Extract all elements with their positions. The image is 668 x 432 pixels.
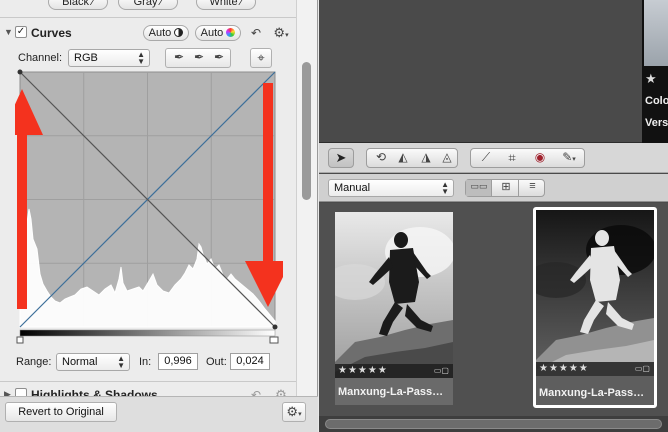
gray-point-button[interactable]: Gray ⁄ bbox=[118, 0, 178, 10]
grid-icon: ⊞ bbox=[501, 181, 511, 193]
straighten-alt-icon[interactable]: ◮ bbox=[415, 150, 437, 164]
red-eye-icon[interactable]: ◉ bbox=[528, 150, 552, 164]
white-eyedropper-icon[interactable]: ✒ bbox=[210, 50, 228, 64]
inspector-footer: Revert to Original ⚙▾ bbox=[0, 396, 318, 432]
gear-menu-icon[interactable]: ⚙▾ bbox=[271, 25, 291, 41]
in-label: In: bbox=[139, 356, 152, 368]
adjustments-inspector: Black ⁄ Gray ⁄ White ⁄ ▼ ✓ Curves Auto A… bbox=[0, 0, 318, 432]
image-tools-group: ⟲ ◭ ◮ ◬ bbox=[366, 148, 458, 168]
section-divider bbox=[0, 17, 296, 18]
list-view-button[interactable]: ≡ bbox=[520, 180, 545, 196]
image-browser: ★ Colo Vers ➤ ⟲ ◭ ◮ ◬ ⟋ ⌗ ◉ ✎▾ Manual ▲ ▼ bbox=[319, 0, 668, 432]
color-wheel-icon bbox=[226, 28, 236, 37]
curve-point[interactable] bbox=[272, 324, 278, 330]
white-point-button[interactable]: White ⁄ bbox=[196, 0, 256, 10]
curves-title: Curves bbox=[31, 26, 72, 40]
crosshair-icon: ⌖ bbox=[257, 50, 265, 65]
thumbnail-card[interactable]: ★★★★★ ▭▢ Manxung-La-Pass… bbox=[335, 212, 453, 405]
straighten-icon[interactable]: ◭ bbox=[392, 150, 414, 164]
channel-label: Channel: bbox=[18, 52, 63, 64]
thumbnail-image bbox=[335, 212, 453, 378]
chevron-updown-icon: ▲ ▼ bbox=[137, 50, 145, 66]
curves-graph[interactable] bbox=[15, 69, 283, 345]
gray-eyedropper-icon[interactable]: ✒ bbox=[190, 50, 208, 64]
gradient-bar bbox=[19, 329, 276, 337]
white-point-slider[interactable] bbox=[269, 336, 279, 344]
out-value-field[interactable]: 0,024 bbox=[230, 353, 270, 370]
pointer-arrow-icon: ➤ bbox=[335, 150, 347, 165]
thumbnail-image bbox=[536, 210, 654, 376]
view-mode-group: ▭▭ ⊞ ≡ bbox=[465, 179, 545, 197]
revert-to-original-button[interactable]: Revert to Original bbox=[5, 402, 117, 422]
channel-select[interactable]: RGB ▲ ▼ bbox=[68, 49, 150, 67]
out-label: Out: bbox=[206, 356, 227, 368]
channel-value: RGB bbox=[74, 52, 98, 64]
filmstrip-view-button[interactable]: ▭▭ bbox=[466, 180, 492, 196]
black-eyedropper-icon[interactable]: ✒ bbox=[170, 50, 188, 64]
range-select[interactable]: Normal ▲ ▼ bbox=[56, 353, 130, 371]
tool-strip: ➤ ⟲ ◭ ◮ ◬ ⟋ ⌗ ◉ ✎▾ bbox=[319, 143, 668, 173]
auto-contrast-button[interactable]: Auto bbox=[143, 25, 189, 41]
auto-label: Auto bbox=[200, 27, 224, 39]
metadata-stars: ★ bbox=[645, 71, 657, 86]
thumbnail-name: Manxung-La-Pass… bbox=[539, 387, 645, 399]
thumbnails-grid: ★★★★★ ▭▢ Manxung-La-Pass… ★★★★★ ▭▢ Manxu… bbox=[319, 203, 668, 432]
black-point-slider[interactable] bbox=[16, 336, 24, 344]
curves-enable-checkbox[interactable]: ✓ bbox=[15, 26, 27, 38]
thumbnails-scroll-strip[interactable] bbox=[319, 416, 668, 432]
edit-tools-group: ⟋ ⌗ ◉ ✎▾ bbox=[470, 148, 585, 168]
inspector-scrollbar[interactable] bbox=[296, 0, 317, 396]
eyedropper-icon: ⁄ bbox=[160, 0, 163, 8]
range-label: Range: bbox=[16, 356, 52, 368]
section-divider bbox=[0, 381, 296, 382]
in-value-field[interactable]: 0,996 bbox=[158, 353, 198, 370]
black-point-button[interactable]: Black ⁄ bbox=[48, 0, 108, 10]
list-icon: ≡ bbox=[529, 180, 536, 192]
undo-arrow-icon[interactable]: ↶ bbox=[249, 26, 263, 40]
filmstrip-icon: ▭▭ bbox=[470, 181, 488, 191]
metadata-thumbnail bbox=[644, 0, 668, 66]
eyedropper-group: ✒ ✒ ✒ bbox=[165, 48, 231, 68]
thumbnail-card-selected[interactable]: ★★★★★ ▭▢ Manxung-La-Pass… bbox=[533, 207, 657, 408]
eyedropper-icon: ⁄ bbox=[92, 0, 94, 8]
auto-color-button[interactable]: Auto bbox=[195, 25, 241, 41]
gray-button-label: Gray bbox=[133, 0, 158, 8]
gear-menu-icon: ⚙▾ bbox=[286, 404, 302, 419]
color-label: Colo bbox=[645, 95, 668, 107]
browser-options-bar: Manual ▲ ▼ ▭▭ ⊞ ≡ bbox=[319, 174, 668, 202]
contrast-icon bbox=[174, 28, 184, 37]
chevron-updown-icon: ▲ ▼ bbox=[441, 180, 449, 196]
metadata-panel: ★ Colo Vers bbox=[642, 0, 668, 143]
range-value: Normal bbox=[62, 356, 98, 368]
sort-select[interactable]: Manual ▲ ▼ bbox=[328, 179, 454, 197]
chevron-updown-icon: ▲ ▼ bbox=[117, 354, 125, 370]
eyedropper-icon: ⁄ bbox=[240, 0, 243, 8]
adjusted-badge-icon: ▭▢ bbox=[433, 366, 449, 375]
white-button-label: White bbox=[209, 0, 238, 8]
rotate-counter-icon[interactable]: ◬ bbox=[436, 150, 458, 164]
curve-point[interactable] bbox=[17, 69, 23, 75]
scrollbar-thumb[interactable] bbox=[302, 62, 311, 200]
crop-icon[interactable]: ⌗ bbox=[500, 150, 524, 166]
version-label: Vers bbox=[645, 117, 668, 129]
straighten-tool-icon[interactable]: ⟋ bbox=[474, 150, 498, 165]
sort-value: Manual bbox=[334, 182, 371, 194]
add-point-button[interactable]: ⌖ bbox=[250, 48, 272, 68]
select-tool-button[interactable]: ➤ bbox=[328, 148, 354, 168]
black-button-label: Black bbox=[62, 0, 89, 8]
grid-view-button[interactable]: ⊞ bbox=[493, 180, 519, 196]
auto-label: Auto bbox=[148, 27, 172, 39]
thumbnail-name: Manxung-La-Pass… bbox=[338, 386, 444, 398]
rotate-icon[interactable]: ⟲ bbox=[370, 150, 392, 164]
adjusted-badge-icon: ▭▢ bbox=[634, 364, 650, 373]
viewer-area: ★ Colo Vers bbox=[319, 0, 668, 143]
disclosure-triangle-icon[interactable]: ▼ bbox=[4, 27, 13, 37]
scrollbar-thumb[interactable] bbox=[325, 419, 662, 429]
brush-icon[interactable]: ✎▾ bbox=[555, 150, 583, 164]
add-adjustment-button[interactable]: ⚙▾ bbox=[282, 402, 306, 422]
